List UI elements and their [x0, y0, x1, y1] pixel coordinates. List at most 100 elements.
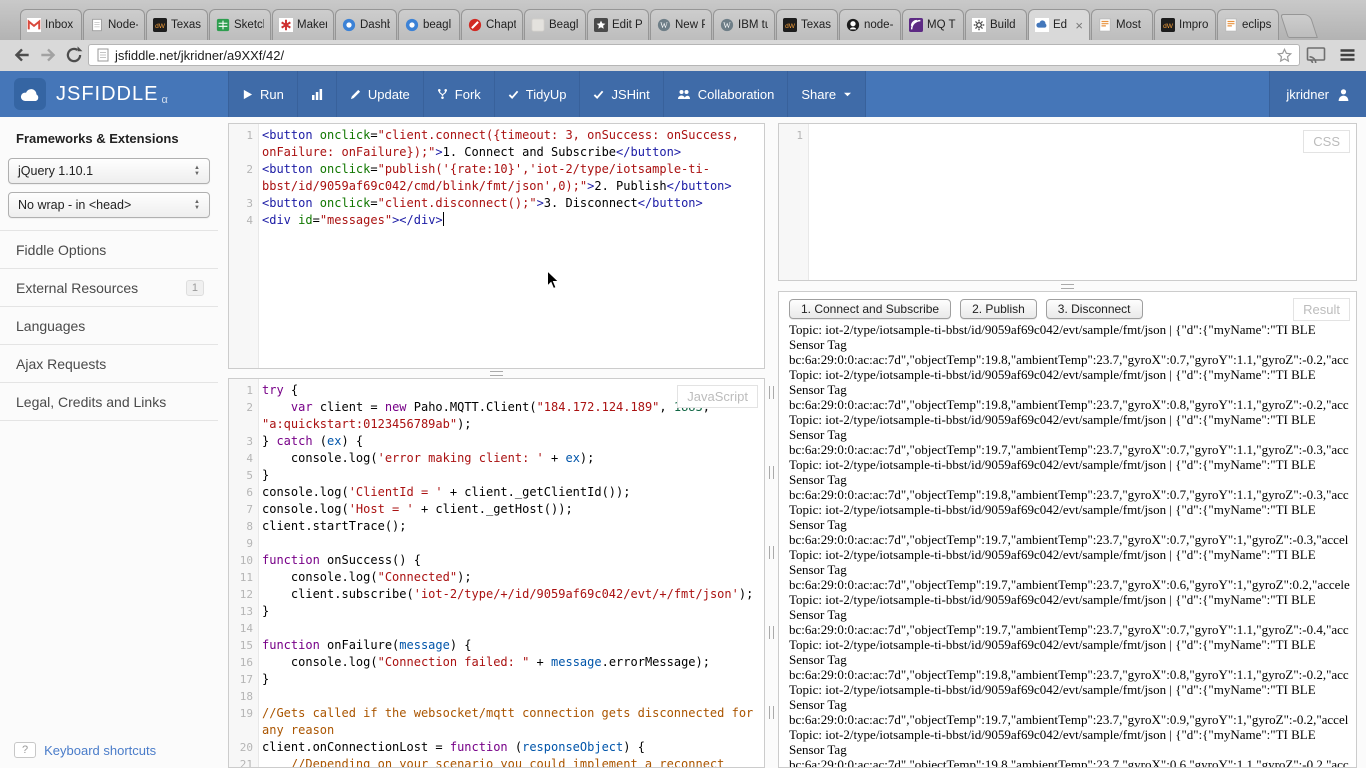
- splitter-handle[interactable]: [769, 466, 774, 479]
- reload-button[interactable]: [64, 45, 84, 65]
- browser-tab[interactable]: Maker: [272, 9, 334, 40]
- browser-tab[interactable]: Most: [1091, 9, 1153, 40]
- browser-tab[interactable]: WNew P: [650, 9, 712, 40]
- code-line[interactable]: 20client.onConnectionLost = function (re…: [229, 739, 764, 756]
- browser-tab[interactable]: dWImpro: [1154, 9, 1216, 40]
- result-button--publish[interactable]: 2. Publish: [960, 299, 1037, 319]
- code-line[interactable]: 18: [229, 688, 764, 705]
- splitter-handle[interactable]: [769, 546, 774, 559]
- browser-tab[interactable]: Inbox: [20, 9, 82, 40]
- tidyup-button[interactable]: TidyUp: [494, 71, 580, 117]
- jshint-button[interactable]: JSHint: [579, 71, 662, 117]
- stats-button[interactable]: [297, 71, 336, 117]
- url-text[interactable]: jsfiddle.net/jkridner/a9XXf/42/: [115, 48, 1276, 63]
- browser-tab[interactable]: beagl: [398, 9, 460, 40]
- line-number: 1: [779, 127, 808, 144]
- back-button[interactable]: [12, 45, 32, 65]
- code-line[interactable]: 3<button onclick="client.disconnect();">…: [229, 195, 764, 212]
- browser-tab[interactable]: dWTexas: [776, 9, 838, 40]
- code-line[interactable]: 21 //Depending on your scenario you coul…: [229, 756, 764, 768]
- css-editor-panel[interactable]: 1 CSS: [778, 123, 1357, 281]
- collaboration-button[interactable]: Collaboration: [663, 71, 788, 117]
- browser-tab[interactable]: MQ T: [902, 9, 964, 40]
- code-line[interactable]: 13}: [229, 603, 764, 620]
- fork-button[interactable]: Fork: [423, 71, 494, 117]
- url-field[interactable]: jsfiddle.net/jkridner/a9XXf/42/: [88, 44, 1300, 66]
- bookmark-star-icon[interactable]: [1276, 47, 1293, 64]
- jsfiddle-logo[interactable]: JSFIDDLEα: [14, 71, 169, 117]
- sidebar-item-fiddle-options[interactable]: Fiddle Options: [0, 231, 218, 269]
- browser-tab[interactable]: Edit P: [587, 9, 649, 40]
- browser-tab[interactable]: eclips: [1217, 9, 1279, 40]
- sidebar-item-languages[interactable]: Languages: [0, 307, 218, 345]
- code-line[interactable]: 10function onSuccess() {: [229, 552, 764, 569]
- splitter-handle[interactable]: [769, 706, 774, 719]
- code-line[interactable]: 4 console.log('error making client: ' + …: [229, 450, 764, 467]
- result-button--disconnect[interactable]: 3. Disconnect: [1046, 299, 1143, 319]
- tab-label: New P: [675, 19, 705, 31]
- browser-tab[interactable]: Build: [965, 9, 1027, 40]
- tab-close-icon[interactable]: ×: [1075, 20, 1083, 31]
- sidebar-item-legal-credits-and-links[interactable]: Legal, Credits and Links: [0, 383, 218, 421]
- line-number: 20: [229, 739, 258, 756]
- text-caret: [443, 212, 444, 226]
- code-line[interactable]: 4<div id="messages"></div>: [229, 212, 764, 229]
- share-button[interactable]: Share: [787, 71, 866, 117]
- code-line[interactable]: 11 console.log("Connected");: [229, 569, 764, 586]
- code-line[interactable]: 7console.log('Host = ' + client._getHost…: [229, 501, 764, 518]
- menu-icon[interactable]: [1338, 46, 1358, 66]
- result-button--connect-and-subscribe[interactable]: 1. Connect and Subscribe: [789, 299, 951, 319]
- button-label: Run: [260, 87, 284, 102]
- sidebar-item-ajax-requests[interactable]: Ajax Requests: [0, 345, 218, 383]
- code-line[interactable]: 5}: [229, 467, 764, 484]
- keyboard-shortcuts-link[interactable]: Keyboard shortcuts: [44, 743, 156, 758]
- sidebar-item-external-resources[interactable]: External Resources1: [0, 269, 218, 307]
- browser-tab[interactable]: Chapt: [461, 9, 523, 40]
- code-line[interactable]: 2<button onclick="publish('{rate:10}','i…: [229, 161, 764, 195]
- wrap-select[interactable]: No wrap - in <head> ▲▼: [8, 192, 210, 218]
- mouse-cursor: [546, 270, 560, 295]
- code-line[interactable]: 9: [229, 535, 764, 552]
- code-line[interactable]: 15function onFailure(message) {: [229, 637, 764, 654]
- code-line[interactable]: 19//Gets called if the websocket/mqtt co…: [229, 705, 764, 739]
- html-editor-panel[interactable]: 1<button onclick="client.connect({timeou…: [228, 123, 765, 369]
- code-line[interactable]: 1<button onclick="client.connect({timeou…: [229, 127, 764, 161]
- browser-tab[interactable]: Sketch: [209, 9, 271, 40]
- code-line[interactable]: 17}: [229, 671, 764, 688]
- cast-icon[interactable]: [1306, 46, 1326, 66]
- browser-tab[interactable]: Ed×: [1028, 9, 1090, 40]
- browser-tab[interactable]: WIBM tu: [713, 9, 775, 40]
- browser-tab[interactable]: Dashb: [335, 9, 397, 40]
- user-menu[interactable]: jkridner: [1269, 71, 1366, 117]
- dw-icon: dW: [1161, 18, 1175, 32]
- tab-label: Edit P: [612, 19, 642, 31]
- code-line[interactable]: 16 console.log("Connection failed: " + m…: [229, 654, 764, 671]
- browser-tab[interactable]: Beagl: [524, 9, 586, 40]
- browser-tab[interactable]: Node-: [83, 9, 145, 40]
- run-button[interactable]: Run: [228, 71, 297, 117]
- new-tab-button[interactable]: [1280, 14, 1318, 38]
- css-panel-badge: CSS: [1303, 130, 1350, 153]
- code-line[interactable]: 14: [229, 620, 764, 637]
- splitter-handle[interactable]: [769, 626, 774, 639]
- keyboard-shortcuts[interactable]: ? Keyboard shortcuts: [14, 742, 156, 758]
- line-number: 16: [229, 654, 258, 671]
- js-editor-panel[interactable]: 1try {2 var client = new Paho.MQTT.Clien…: [228, 378, 765, 768]
- splitter-handle[interactable]: [769, 386, 774, 399]
- framework-select[interactable]: jQuery 1.10.1 ▲▼: [8, 158, 210, 184]
- update-button[interactable]: Update: [336, 71, 423, 117]
- browser-tab[interactable]: node-: [839, 9, 901, 40]
- splitter-handle[interactable]: [1061, 284, 1074, 289]
- code-line[interactable]: 6console.log('ClientId = ' + client._get…: [229, 484, 764, 501]
- code-line[interactable]: 12 client.subscribe('iot-2/type/+/id/905…: [229, 586, 764, 603]
- splitter-handle[interactable]: [490, 371, 503, 376]
- browser-tab[interactable]: dWTexas: [146, 9, 208, 40]
- sidebar-item-label: Legal, Credits and Links: [16, 394, 204, 410]
- code-line[interactable]: 3} catch (ex) {: [229, 433, 764, 450]
- code-line[interactable]: 1: [779, 127, 1356, 144]
- code-line[interactable]: 8client.startTrace();: [229, 518, 764, 535]
- grid-icon: [216, 18, 230, 32]
- mqtt-message: Topic: iot-2/type/iotsample-ti-bbst/id/9…: [789, 367, 1346, 412]
- tab-label: Texas: [801, 19, 831, 31]
- forward-button[interactable]: [38, 45, 58, 65]
